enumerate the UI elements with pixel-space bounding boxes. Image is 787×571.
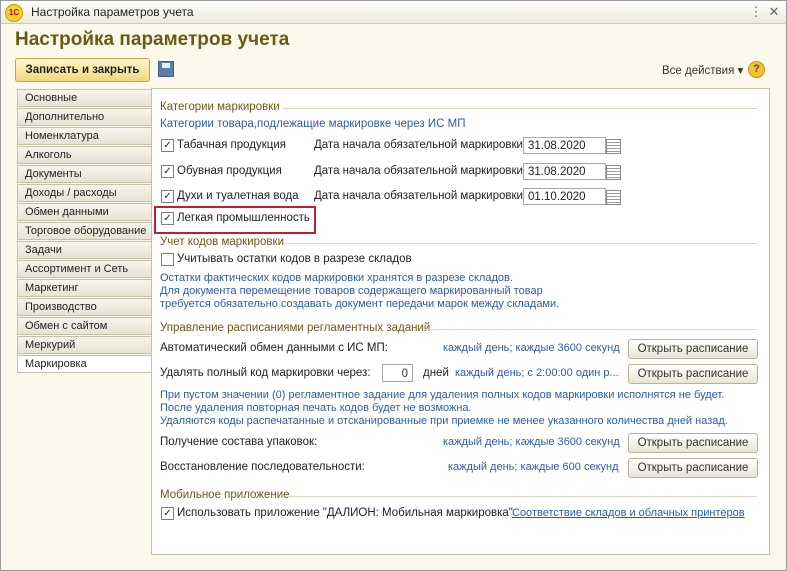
title-bar: 1С Настройка параметров учета ⋮ ✕ [1, 1, 786, 24]
app-logo-icon: 1С [5, 4, 23, 22]
tab-assortiment[interactable]: Ассортимент и Сеть [17, 260, 152, 278]
section-divider [424, 329, 757, 330]
tab-alkogol[interactable]: Алкоголь [17, 146, 152, 164]
open-schedule-button[interactable]: Открыть расписание [628, 339, 758, 359]
shoes-label: Обувная продукция [177, 165, 282, 177]
tab-nomenklatura[interactable]: Номенклатура [17, 127, 152, 145]
light-industry-label: Легкая промышленность [177, 212, 310, 224]
warehouse-codes-checkbox[interactable] [161, 253, 174, 266]
tab-obmen-dannymi[interactable]: Обмен данными [17, 203, 152, 221]
auto-exchange-label: Автоматический обмен данными с ИС МП: [160, 342, 388, 354]
close-icon[interactable]: ✕ [766, 4, 782, 20]
tab-torgovoe-oborudovanie[interactable]: Торговое оборудование [17, 222, 152, 240]
help-icon[interactable]: ? [748, 61, 765, 78]
tab-marketing[interactable]: Маркетинг [17, 279, 152, 297]
perfume-date-label: Дата начала обязательной маркировки: [314, 190, 527, 202]
shoes-date-field[interactable]: 31.08.2020 [523, 163, 606, 180]
schedule-note: Удаляются коды распечатанные и отсканиро… [160, 415, 728, 427]
shoes-date-label: Дата начала обязательной маркировки: [314, 165, 527, 177]
perfume-label: Духи и туалетная вода [177, 190, 299, 202]
save-and-close-button[interactable]: Записать и закрыть [15, 58, 150, 82]
schedule-section-title: Управление расписаниями регламентных зад… [160, 322, 431, 334]
delete-code-schedule: каждый день; с 2:00:00 один р... [455, 367, 619, 379]
calendar-icon[interactable] [606, 139, 621, 154]
sequence-schedule: каждый день; каждые 600 секунд [448, 461, 619, 473]
days-unit-label: дней [423, 367, 449, 379]
codes-note: требуется обязательно создавать документ… [160, 298, 560, 310]
light-industry-checkbox[interactable]: ✓ [161, 212, 174, 225]
tab-dokumenty[interactable]: Документы [17, 165, 152, 183]
settings-tabs: Основные Дополнительно Номенклатура Алко… [17, 89, 152, 374]
dropdown-arrow-icon: ▾ [737, 65, 744, 77]
tab-merkuriy[interactable]: Меркурий [17, 336, 152, 354]
calendar-icon[interactable] [606, 190, 621, 205]
tab-markirovka[interactable]: Маркировка [17, 355, 152, 373]
section-divider [283, 108, 757, 109]
categories-subtitle: Категории товара,подлежащие маркировке ч… [160, 118, 466, 130]
tobacco-checkbox[interactable]: ✓ [161, 139, 174, 152]
calendar-icon[interactable] [606, 165, 621, 180]
save-icon[interactable] [158, 61, 174, 77]
tab-dopolnitelno[interactable]: Дополнительно [17, 108, 152, 126]
tab-osnovnye[interactable]: Основные [17, 89, 152, 107]
packages-schedule: каждый день; каждые 3600 секунд [443, 436, 620, 448]
mobile-section-title: Мобильное приложение [160, 489, 290, 501]
shoes-checkbox[interactable]: ✓ [161, 165, 174, 178]
auto-exchange-schedule: каждый день; каждые 3600 секунд [443, 342, 620, 354]
mobile-app-checkbox[interactable]: ✓ [161, 507, 174, 520]
tobacco-date-label: Дата начала обязательной маркировки: [314, 139, 527, 151]
schedule-note: После удаления повторная печать кодов бу… [160, 402, 472, 414]
mobile-app-label: Использовать приложение "ДАЛИОН: Мобильн… [177, 507, 513, 519]
open-schedule-button[interactable]: Открыть расписание [628, 364, 758, 384]
tab-dokhody-raskhody[interactable]: Доходы / расходы [17, 184, 152, 202]
tab-proizvodstvo[interactable]: Производство [17, 298, 152, 316]
perfume-checkbox[interactable]: ✓ [161, 190, 174, 203]
all-actions-menu[interactable]: Все действия ▾ [662, 63, 743, 77]
tab-zadachi[interactable]: Задачи [17, 241, 152, 259]
schedule-note: При пустом значении (0) регламентное зад… [160, 389, 725, 401]
tab-obmen-s-saitom[interactable]: Обмен с сайтом [17, 317, 152, 335]
codes-section-title: Учет кодов маркировки [160, 236, 284, 248]
page-title: Настройка параметров учета [15, 29, 290, 50]
sequence-label: Восстановление последовательности: [160, 461, 365, 473]
all-actions-label: Все действия [662, 65, 735, 77]
open-schedule-button[interactable]: Открыть расписание [628, 458, 758, 478]
codes-note: Остатки фактических кодов маркировки хра… [160, 272, 513, 284]
delete-days-field[interactable]: 0 [382, 364, 413, 382]
codes-note: Для документа перемещение товаров содерж… [160, 285, 543, 297]
section-divider [287, 496, 757, 497]
warehouse-codes-label: Учитывать остатки кодов в разрезе складо… [177, 253, 412, 265]
open-schedule-button[interactable]: Открыть расписание [628, 433, 758, 453]
tobacco-label: Табачная продукция [177, 139, 287, 151]
more-icon[interactable]: ⋮ [748, 4, 764, 20]
perfume-date-field[interactable]: 01.10.2020 [523, 188, 606, 205]
packages-label: Получение состава упаковок: [160, 436, 318, 448]
delete-code-label: Удалять полный код маркировки через: [160, 367, 371, 379]
categories-section-title: Категории маркировки [160, 101, 280, 113]
window-title: Настройка параметров учета [31, 5, 194, 19]
tobacco-date-field[interactable]: 31.08.2020 [523, 137, 606, 154]
printers-mapping-link[interactable]: Соответствие складов и облачных принтеро… [512, 507, 745, 519]
section-divider [285, 243, 757, 244]
